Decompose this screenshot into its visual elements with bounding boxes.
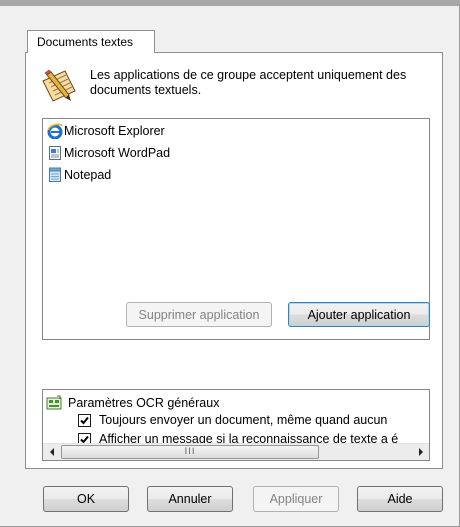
scroll-left-arrow-icon[interactable] (43, 444, 60, 460)
tab-documents-textes[interactable]: Documents textes (27, 30, 155, 53)
help-button[interactable]: Aide (357, 486, 443, 512)
button-label: Ajouter application (307, 307, 411, 322)
window-top-edge (0, 0, 460, 6)
button-label: Aide (387, 492, 413, 506)
list-item-microsoft-wordpad[interactable]: Microsoft WordPad (47, 143, 170, 163)
ok-button[interactable]: OK (43, 486, 129, 512)
horizontal-scrollbar[interactable]: III (43, 443, 429, 460)
app-label: Microsoft Explorer (64, 124, 165, 138)
ocr-settings-tree[interactable]: Paramètres OCR généraux Toujours envoyer… (42, 389, 430, 461)
notepad-icon (47, 167, 63, 183)
app-label: Notepad (64, 168, 112, 182)
scroll-right-arrow-icon[interactable] (412, 444, 429, 460)
ocr-settings-label: Paramètres OCR généraux (68, 396, 220, 410)
button-label: Appliquer (269, 492, 323, 506)
intro-text: Les applications de ce groupe acceptent … (90, 68, 407, 97)
always-send-checkbox[interactable] (78, 413, 91, 427)
cancel-button[interactable]: Annuler (147, 486, 233, 512)
button-label: Supprimer application (138, 307, 260, 322)
tab-panel: Les applications de ce groupe acceptent … (25, 52, 443, 469)
add-application-button[interactable]: Ajouter application (288, 302, 430, 327)
option-always-send[interactable]: Toujours envoyer un document, même quand… (78, 413, 387, 427)
scrollbar-thumb[interactable]: III (61, 445, 319, 459)
button-label: Annuler (168, 492, 212, 506)
notepad-pencil-icon (39, 67, 79, 105)
ocr-settings-icon (46, 395, 62, 411)
option-label: Toujours envoyer un document, même quand… (99, 413, 388, 427)
button-label: OK (76, 492, 96, 506)
ocr-settings-root[interactable]: Paramètres OCR généraux (46, 395, 219, 411)
app-label: Microsoft WordPad (64, 146, 171, 160)
dialog-window: Documents textes Les applications de ce … (0, 0, 460, 527)
tab-label: Documents textes (37, 35, 134, 49)
list-item-microsoft-explorer[interactable]: Microsoft Explorer (47, 121, 165, 141)
remove-application-button[interactable]: Supprimer application (126, 302, 272, 327)
internet-explorer-icon (47, 123, 63, 140)
list-item-notepad[interactable]: Notepad (47, 165, 111, 185)
apply-button[interactable]: Appliquer (253, 486, 339, 512)
wordpad-icon (47, 145, 63, 161)
scrollbar-grip: III (184, 447, 196, 457)
